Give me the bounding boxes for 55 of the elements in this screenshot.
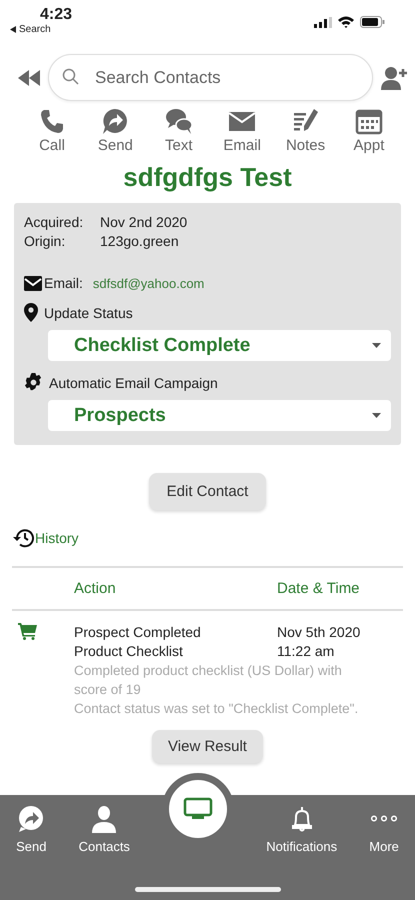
double-arrow-icon: [18, 70, 40, 86]
search-field[interactable]: Search Contacts: [48, 54, 373, 101]
more-icon: [370, 815, 398, 822]
cart-icon: [18, 623, 37, 640]
view-result-button[interactable]: View Result: [152, 730, 263, 763]
column-header: Date & Time: [277, 580, 361, 597]
action-text: Prospect Completed Product Checklist: [74, 623, 202, 661]
detail-value: Nov 2nd 2020: [100, 213, 188, 232]
detail-value: 123go.green: [100, 232, 180, 251]
envelope-icon: [24, 276, 42, 290]
call-action-button[interactable]: Call: [26, 107, 78, 154]
email-action-button[interactable]: Email: [216, 107, 268, 154]
gear-icon: [24, 373, 43, 392]
contact-name: sdfgdfgs Test: [123, 162, 292, 193]
map-pin-icon: [24, 303, 38, 322]
send-action-button[interactable]: Send: [89, 107, 142, 154]
campaign-label: Automatic Email Campaign: [49, 374, 218, 390]
time-text: 11:22 am: [277, 642, 336, 661]
add-person-icon: [381, 66, 407, 90]
email-label: Email:: [44, 275, 83, 291]
detail-label: Acquired:: [24, 213, 84, 232]
status-time: 4:23: [40, 6, 72, 24]
back-link[interactable]: Search: [10, 24, 51, 35]
edit-contact-button[interactable]: Edit Contact: [148, 473, 266, 510]
contacts-tab[interactable]: Contacts: [78, 805, 130, 854]
send-tab[interactable]: Send: [16, 805, 46, 854]
calendar-icon: [354, 107, 383, 135]
history-link[interactable]: History: [12, 528, 79, 548]
email-link[interactable]: sdfsdf@yahoo.com: [92, 276, 204, 290]
caret-icon: [372, 413, 381, 418]
triangle-icon: [10, 26, 16, 33]
caret-icon: [372, 343, 381, 348]
column-header: Action: [74, 580, 117, 597]
date-text: Nov 5th 2020: [277, 623, 362, 642]
bell-tab[interactable]: Notifications: [266, 805, 338, 854]
appt-action-button[interactable]: Appt: [342, 107, 395, 154]
status-label: Update Status: [44, 304, 133, 320]
notes-action-button[interactable]: Notes: [280, 107, 332, 154]
signal-icon: [314, 16, 332, 28]
share-bubble-icon: [17, 805, 46, 833]
share-bubble-icon: [101, 107, 130, 135]
wifi-icon: [338, 16, 354, 28]
text-action-button[interactable]: Text: [152, 107, 205, 154]
detail-label: Origin:: [24, 232, 66, 251]
campaign-dropdown[interactable]: Prospects: [48, 400, 391, 431]
battery-icon: [360, 16, 385, 28]
history-icon: [12, 528, 34, 548]
chat-bubbles-icon: [164, 107, 193, 135]
detail-text: Contact status was set to "Checklist Complete".: [74, 700, 360, 718]
more-tab[interactable]: More: [369, 805, 399, 854]
detail-text: Completed product checklist (US Dollar) with score of 19: [74, 662, 343, 699]
phone-icon: [38, 107, 66, 135]
status-dropdown[interactable]: Checklist Complete: [48, 330, 391, 361]
monitor-icon: [183, 797, 214, 821]
person-icon: [90, 805, 118, 833]
